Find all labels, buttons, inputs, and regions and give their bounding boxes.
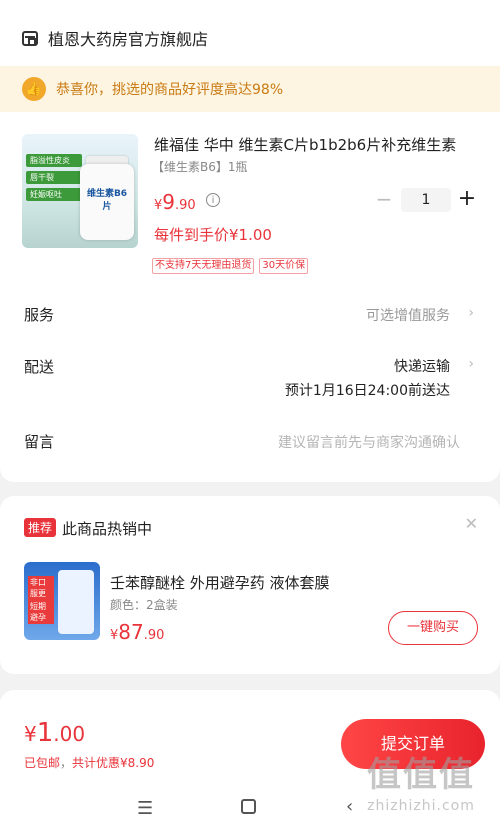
congrats-banner: 👍 恭喜你，挑选的商品好评度高达98% — [0, 66, 500, 112]
total-decimal: .00 — [53, 722, 86, 746]
delivery-eta: 预计1月16日24:00前送达 — [284, 383, 450, 399]
watermark-url: zhizhizhi.com — [367, 798, 475, 814]
thumbs-up-icon: 👍 — [22, 77, 46, 101]
final-price: 每件到手价¥1.00 — [154, 226, 272, 244]
chevron-right-icon[interactable]: › — [468, 356, 474, 372]
rec-image-label: 短期避孕 — [28, 600, 54, 624]
image-tag: 妊娠呕吐 — [26, 188, 82, 201]
service-label: 服务 — [24, 306, 55, 324]
policy-badges: 不支持7天无理由退货 30天价保 — [152, 258, 313, 274]
product-title[interactable]: 维福佳 华中 维生素C片b1b2b6片补充维生素 — [154, 134, 472, 155]
quantity-increase-button[interactable]: + — [457, 187, 477, 211]
one-click-buy-button[interactable]: 一键购买 — [388, 611, 478, 645]
price-decimal: .90 — [175, 198, 196, 213]
congrats-text: 恭喜你，挑选的商品好评度高达98% — [56, 82, 284, 98]
note-input[interactable]: 建议留言前先与商家沟通确认 — [278, 432, 460, 452]
delivery-method[interactable]: 快递运输 — [394, 356, 450, 376]
no-return-badge: 不支持7天无理由退货 — [152, 258, 255, 274]
product-price: ¥9.90 — [154, 190, 196, 214]
home-icon[interactable] — [241, 799, 256, 814]
delivery-label: 配送 — [24, 358, 55, 376]
order-total: ¥1.00 — [24, 718, 85, 748]
total-note: 已包邮，共计优惠¥8.90 — [24, 754, 154, 771]
recommended-product-price: ¥87.90 — [110, 620, 164, 644]
recommended-product-title[interactable]: 壬苯醇醚栓 外用避孕药 液体套膜 — [110, 572, 330, 593]
store-icon — [22, 30, 38, 46]
bottle-label: 维生素B6片 — [86, 189, 128, 212]
shop-name: 植恩大药房官方旗舰店 — [48, 30, 209, 49]
site-watermark: 值值值 zhizhizhi.com — [346, 752, 496, 814]
image-tag: 脂溢性皮炎 — [26, 154, 82, 167]
recommended-product-image[interactable]: 非口服更安心 短期避孕 — [24, 562, 100, 640]
total-integer: 1 — [36, 718, 54, 748]
product-spec[interactable]: 【维生素B6】1瓶 — [152, 158, 248, 175]
info-icon[interactable]: i — [206, 193, 220, 207]
recommended-product-spec: 颜色：2盒装 — [110, 598, 178, 612]
total-currency: ¥ — [24, 722, 37, 746]
price-decimal: .90 — [143, 628, 165, 643]
watermark-logo: 值值值 — [367, 755, 475, 795]
note-separator: ， — [60, 756, 73, 770]
menu-icon[interactable]: ☰ — [137, 798, 153, 819]
service-value[interactable]: 可选增值服务 — [366, 305, 450, 325]
price-integer: 87 — [118, 620, 144, 644]
quantity-decrease-button[interactable]: − — [374, 189, 394, 210]
product-image[interactable]: 脂溢性皮炎 唇干裂 妊娠呕吐 维生素B6片 — [22, 134, 138, 248]
product-image-tags: 脂溢性皮炎 唇干裂 妊娠呕吐 — [26, 154, 82, 205]
chevron-right-icon[interactable]: › — [468, 305, 474, 321]
recommend-title: 此商品热销中 — [62, 520, 153, 538]
image-tag: 唇干裂 — [26, 171, 82, 184]
recommend-badge: 推荐 — [24, 518, 57, 537]
close-icon[interactable]: ✕ — [465, 514, 478, 533]
note-label: 留言 — [24, 433, 55, 451]
price-protect-badge: 30天价保 — [259, 258, 309, 274]
rec-product-box — [58, 570, 94, 634]
quantity-input[interactable]: 1 — [401, 188, 451, 212]
free-shipping-text: 已包邮 — [24, 756, 61, 770]
shop-header[interactable]: 植恩大药房官方旗舰店 — [22, 26, 208, 50]
price-integer: 9 — [162, 190, 176, 214]
discount-text: 共计优惠¥8.90 — [72, 756, 155, 770]
